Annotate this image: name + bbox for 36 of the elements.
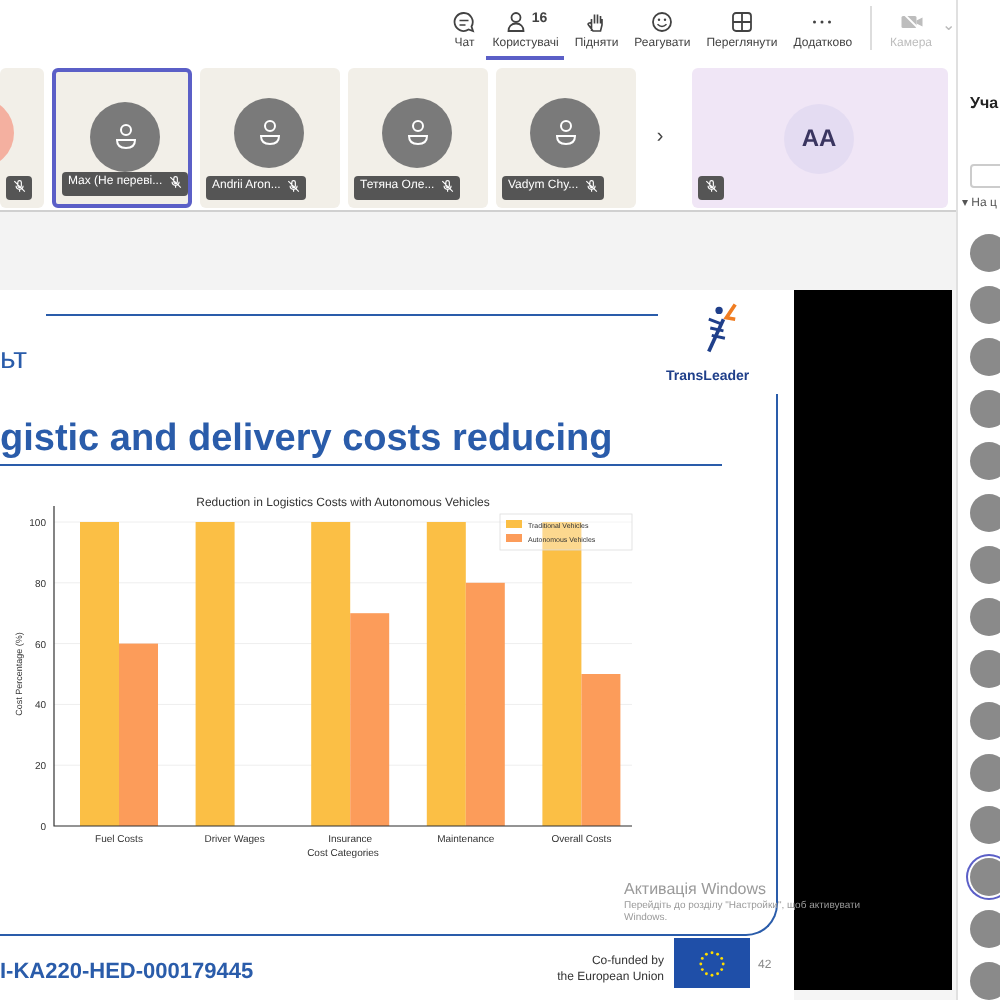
eu-flag-icon <box>674 938 750 988</box>
activation-title: Активація Windows <box>624 880 769 900</box>
avatar-icon <box>530 97 600 167</box>
avatar-icon <box>382 97 452 167</box>
member-avatar[interactable] <box>970 390 1000 428</box>
participant-tile[interactable]: AA <box>692 67 948 207</box>
search-field[interactable] <box>970 164 1000 188</box>
member-avatar[interactable] <box>970 702 1000 740</box>
member-avatar[interactable] <box>970 962 1000 1000</box>
panel-title: Уча <box>970 92 999 116</box>
member-avatar[interactable] <box>970 442 1000 480</box>
member-avatar[interactable] <box>970 650 1000 688</box>
initials-avatar: AA <box>784 103 854 173</box>
member-avatar[interactable] <box>970 858 1000 896</box>
member-avatar[interactable] <box>970 754 1000 792</box>
member-avatar[interactable] <box>970 598 1000 636</box>
next-arrow-icon[interactable]: › <box>644 122 676 152</box>
member-avatar[interactable] <box>970 806 1000 844</box>
member-avatar[interactable] <box>970 338 1000 376</box>
avatar-icon <box>90 101 160 171</box>
hand-icon <box>584 9 609 33</box>
slide-title: gistic and delivery costs reducing <box>0 416 613 464</box>
avatar-icon <box>234 97 304 167</box>
person-icon <box>503 9 528 33</box>
project-code: I-KA220-HED-000179445 <box>0 958 254 988</box>
member-avatar[interactable] <box>970 286 1000 324</box>
grid-icon <box>729 9 754 33</box>
member-avatar[interactable] <box>970 910 1000 948</box>
member-avatar[interactable] <box>970 546 1000 584</box>
participant-tile[interactable] <box>0 67 44 207</box>
legend-background <box>499 513 633 551</box>
smiley-icon <box>650 9 675 33</box>
chat-icon <box>452 9 477 33</box>
member-avatar[interactable] <box>970 494 1000 532</box>
slide-header-text: ьт <box>0 340 28 380</box>
member-avatar[interactable] <box>970 234 1000 272</box>
